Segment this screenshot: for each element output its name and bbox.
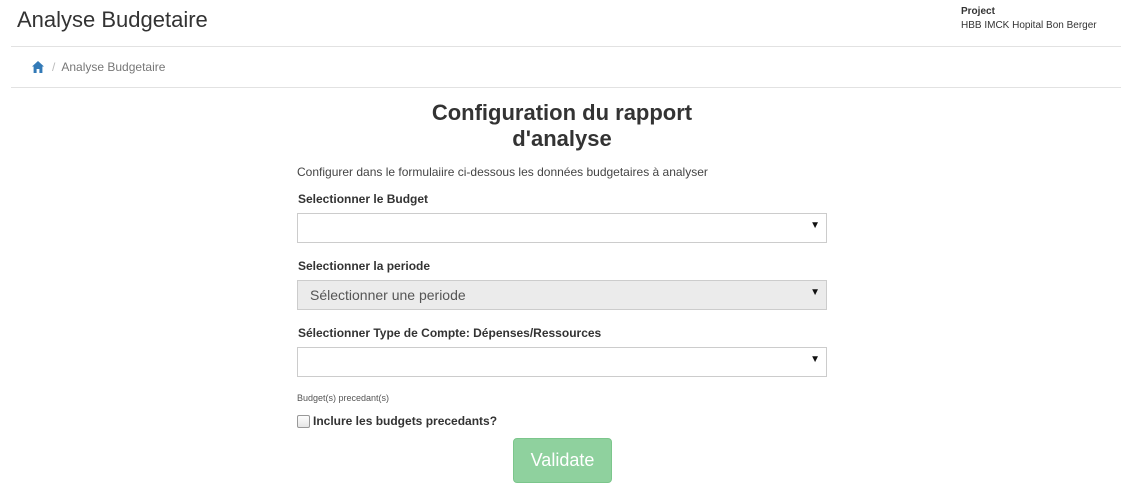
budget-select[interactable]: ▼ (297, 213, 827, 243)
project-label: Project (961, 6, 995, 17)
page-title: Analyse Budgetaire (17, 7, 208, 32)
chevron-down-icon: ▼ (810, 220, 820, 231)
breadcrumb-current: Analyse Budgetaire (61, 60, 166, 74)
period-select-value: Sélectionner une periode (310, 287, 466, 303)
chevron-down-icon: ▼ (810, 287, 820, 298)
budget-label: Selectionner le Budget (298, 192, 429, 206)
app-header: Analyse Budgetaire Project HBB IMCK Hopi… (0, 0, 1121, 46)
period-label: Selectionner la periode (298, 259, 431, 273)
home-icon[interactable] (31, 60, 45, 74)
account-type-select[interactable]: ▼ (297, 347, 827, 377)
account-type-label: Sélectionner Type de Compte: Dépenses/Re… (298, 326, 602, 340)
project-info: Project HBB IMCK Hopital Bon Berger (961, 5, 1097, 33)
breadcrumb-divider (11, 87, 1121, 88)
analysis-config-form: Configuration du rapport d'analyse Confi… (297, 100, 827, 483)
period-select[interactable]: Sélectionner une periode ▼ (297, 280, 827, 310)
previous-budgets-label: Budget(s) precedant(s) (297, 393, 390, 403)
header-divider (11, 46, 1121, 47)
project-name: HBB IMCK Hopital Bon Berger (961, 20, 1097, 31)
breadcrumb-separator: / (52, 60, 56, 74)
validate-button[interactable]: Validate (513, 438, 612, 483)
form-description: Configurer dans le formulaiire ci-dessou… (297, 165, 708, 179)
include-previous-label: Inclure les budgets precedants? (313, 414, 498, 428)
chevron-down-icon: ▼ (810, 354, 820, 365)
include-previous-row: Inclure les budgets precedants? (297, 414, 497, 428)
include-previous-checkbox[interactable] (297, 414, 310, 428)
breadcrumb: / Analyse Budgetaire (31, 58, 165, 76)
form-title: Configuration du rapport d'analyse (431, 100, 693, 151)
